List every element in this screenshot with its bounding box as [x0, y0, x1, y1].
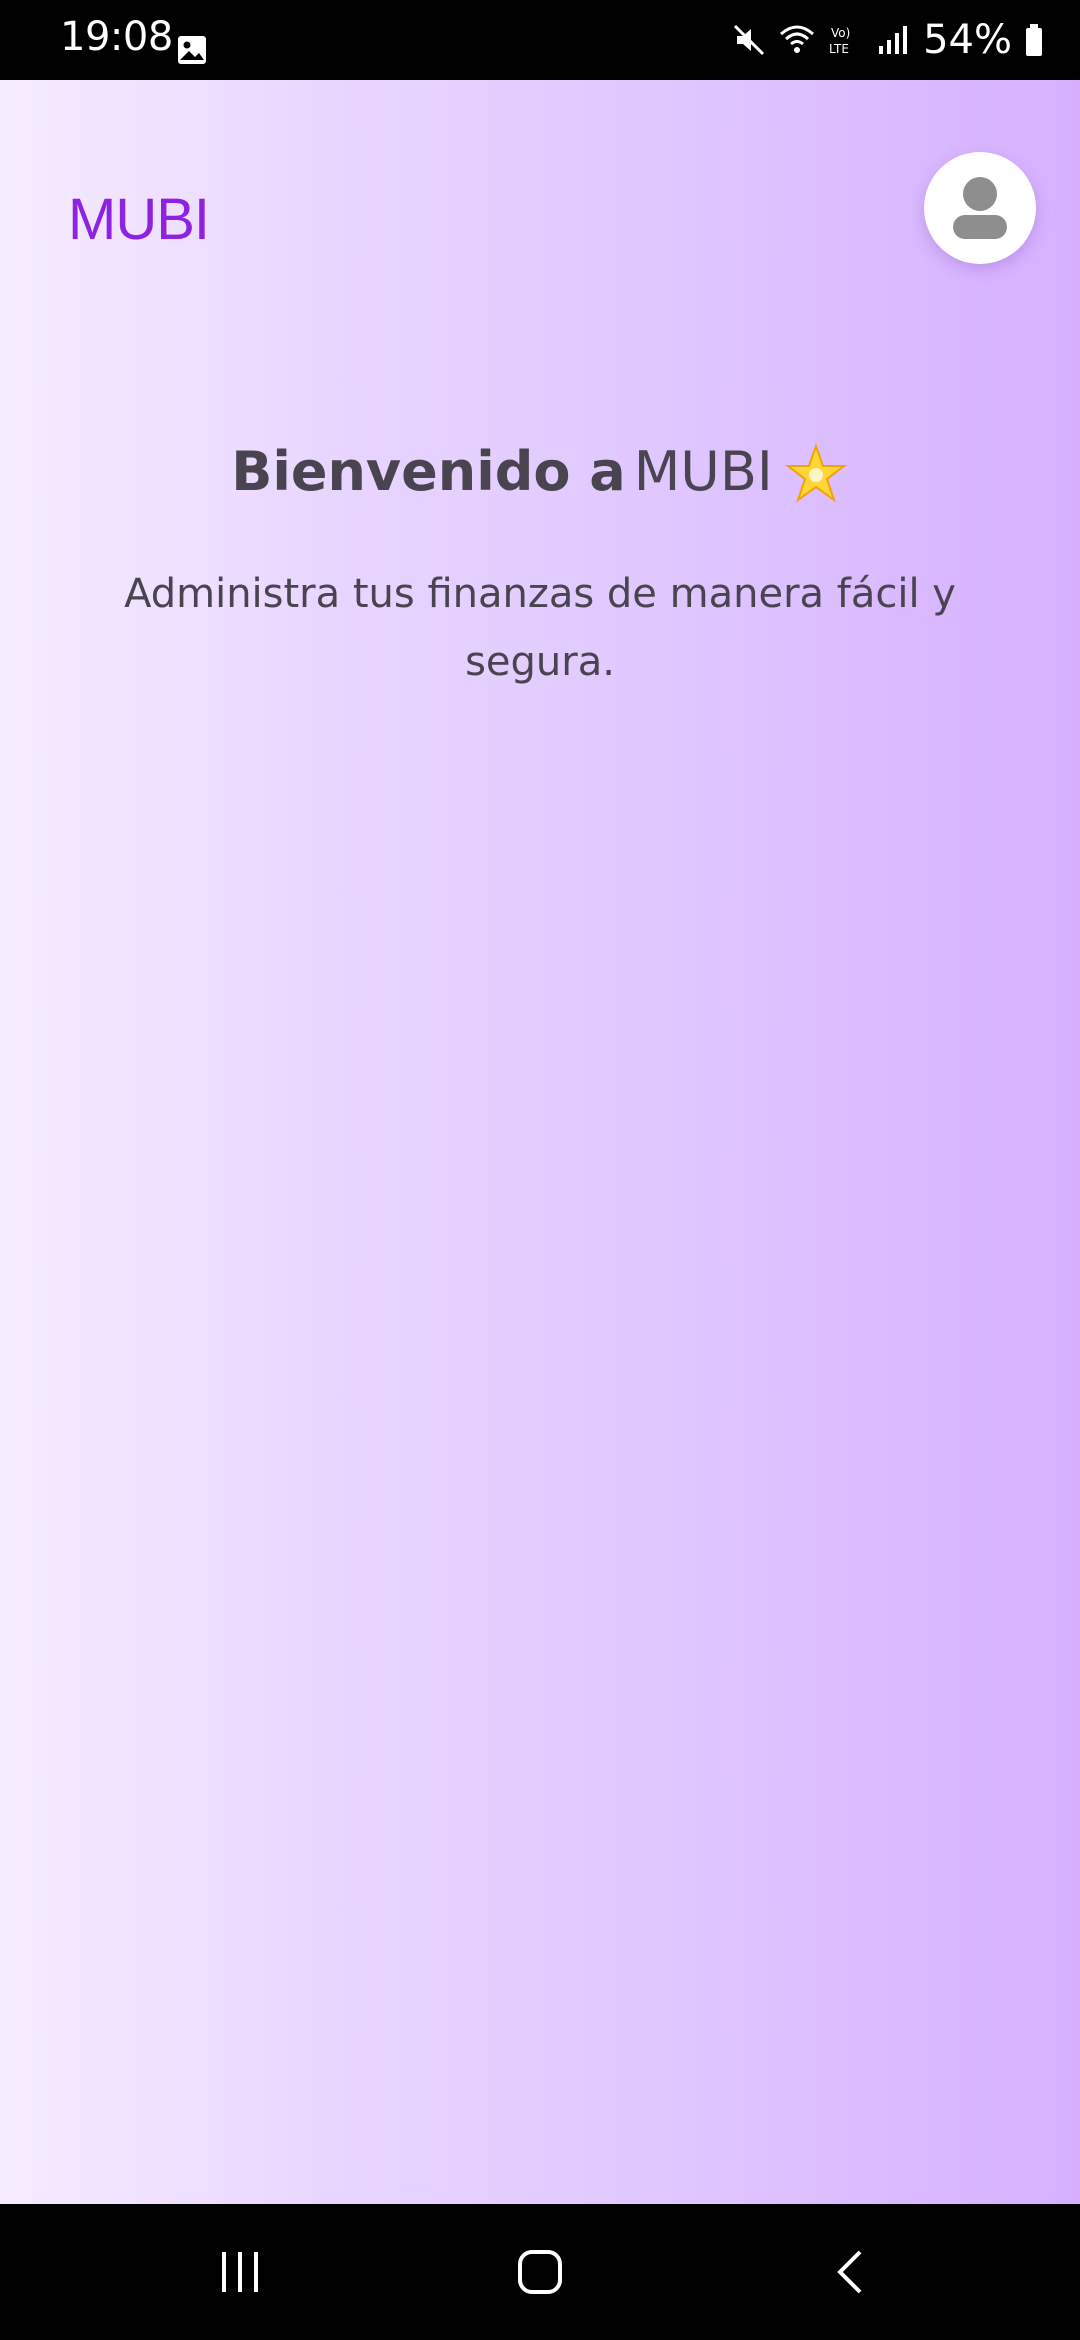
welcome-prefix: Bienvenido a	[231, 440, 626, 503]
back-button[interactable]	[820, 2244, 880, 2300]
main-screen: MUBI Bienvenido a MUBI Administra tus fin…	[0, 80, 1080, 2204]
gallery-icon	[178, 36, 206, 64]
welcome-heading: Bienvenido a MUBI	[0, 440, 1080, 508]
mute-icon	[734, 24, 765, 56]
star-icon	[784, 443, 847, 503]
signal-icon	[879, 26, 908, 54]
home-icon	[518, 2250, 562, 2294]
recent-apps-button[interactable]	[210, 2244, 270, 2300]
battery-percent: 54%	[923, 17, 1012, 63]
status-bar: 19:08 Vo) LTE 54%	[0, 0, 1080, 80]
recent-apps-icon	[222, 2252, 258, 2292]
welcome-brand: MUBI	[633, 440, 773, 503]
user-avatar-icon	[953, 177, 1007, 239]
status-icons: Vo) LTE 54%	[731, 14, 1044, 66]
back-icon	[837, 2250, 862, 2294]
volte-icon: Vo) LTE	[829, 26, 850, 56]
battery-icon	[1026, 24, 1042, 56]
app-logo: MUBI	[68, 187, 210, 252]
svg-text:Vo): Vo)	[831, 26, 850, 40]
status-time: 19:08	[60, 14, 173, 60]
welcome-subtitle: Administra tus finanzas de manera fácil …	[124, 571, 956, 685]
home-button[interactable]	[510, 2244, 570, 2300]
system-nav-bar	[0, 2204, 1080, 2340]
svg-text:LTE: LTE	[829, 42, 849, 56]
profile-button[interactable]	[924, 152, 1036, 264]
wifi-icon	[780, 25, 815, 53]
